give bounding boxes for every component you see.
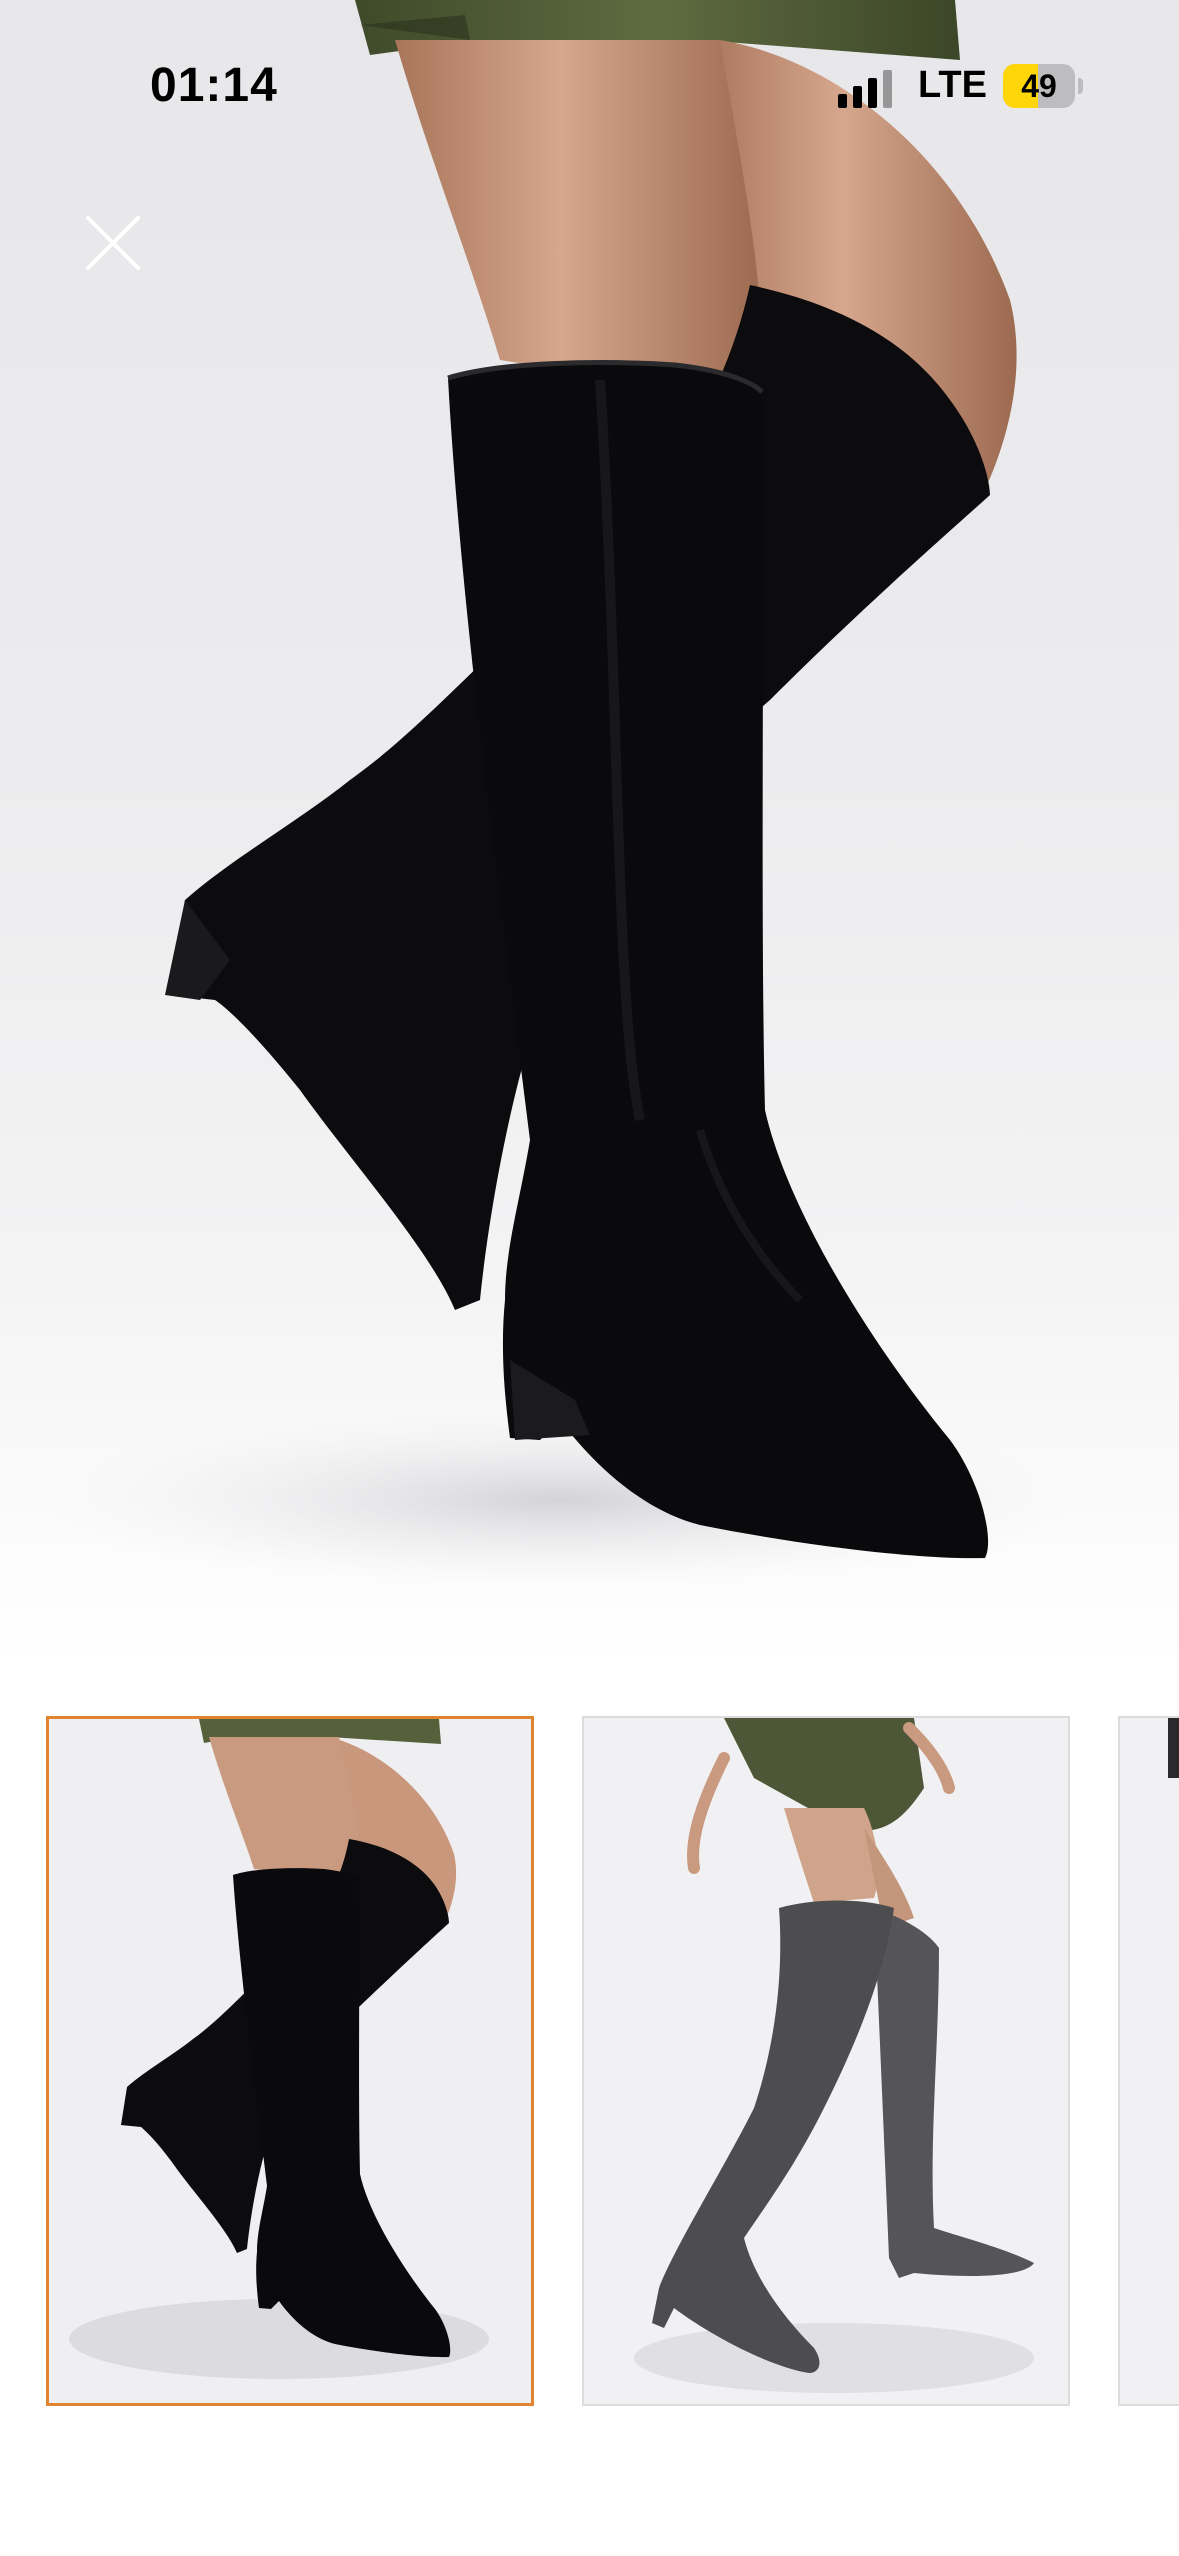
network-type-label: LTE <box>918 64 987 106</box>
thumbnail-2[interactable] <box>582 1716 1070 2406</box>
thumbnail-1-selected[interactable] <box>46 1716 534 2406</box>
thumbnail-gallery[interactable] <box>0 1700 1179 2420</box>
battery-icon: 49 <box>1003 64 1083 108</box>
cellular-signal-icon <box>838 70 892 108</box>
battery-percentage: 49 <box>1021 68 1057 104</box>
close-button[interactable] <box>80 210 146 276</box>
status-bar: 01:14 LTE 49 <box>0 0 1179 170</box>
product-main-image[interactable] <box>0 0 1179 1668</box>
close-icon <box>86 216 140 270</box>
thumbnail-3[interactable] <box>1118 1716 1179 2406</box>
status-time: 01:14 <box>150 59 278 112</box>
